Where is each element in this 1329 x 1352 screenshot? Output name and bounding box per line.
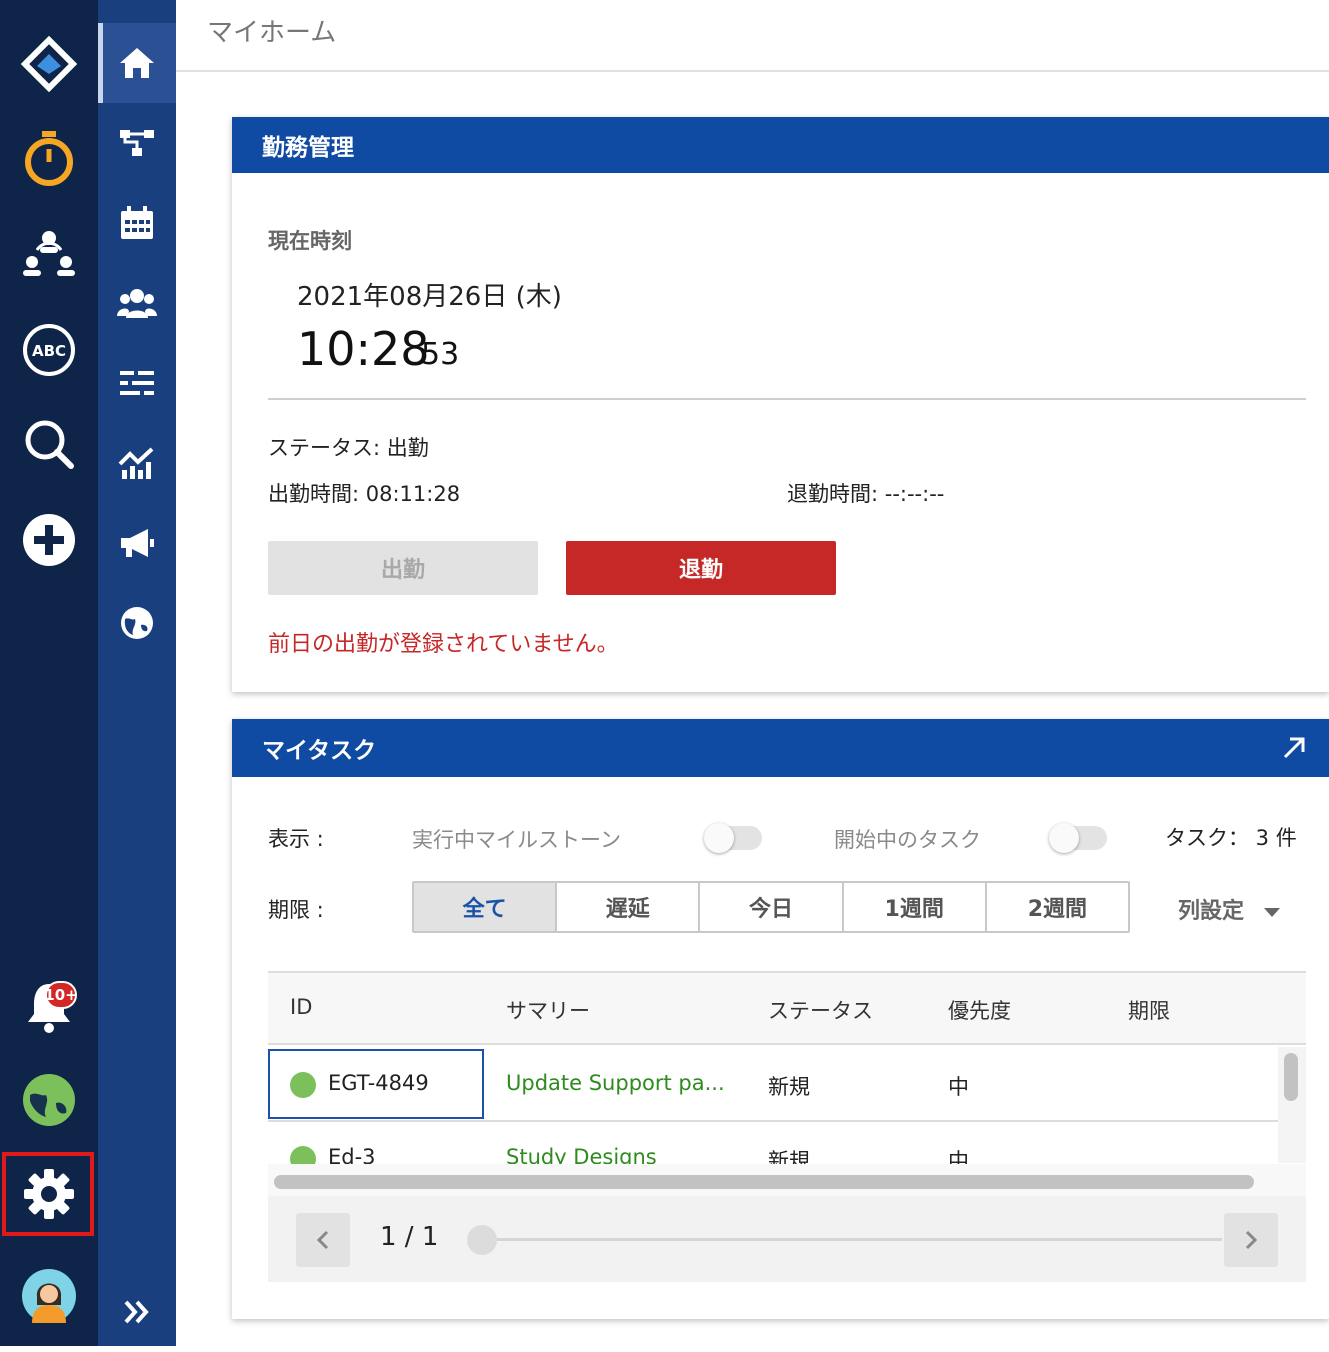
vertical-scroll-thumb[interactable] [1284, 1053, 1298, 1101]
column-summary[interactable]: サマリー [506, 995, 590, 1025]
analytics-icon [118, 447, 154, 479]
column-priority[interactable]: 優先度 [948, 995, 1011, 1025]
globe-icon[interactable] [0, 1060, 98, 1140]
nav-users[interactable] [98, 263, 176, 343]
clock-out-time: 退勤時間: --:--:-- [787, 482, 945, 506]
current-time: 10:28 [297, 322, 430, 376]
nav-gantt[interactable] [98, 343, 176, 423]
page-title: マイホーム [207, 18, 337, 48]
page-slider-thumb[interactable] [467, 1225, 497, 1255]
add-icon[interactable] [0, 500, 98, 580]
chevron-left-icon [316, 1230, 329, 1250]
hierarchy-icon [120, 130, 154, 156]
nav-announcements[interactable] [98, 503, 176, 583]
megaphone-icon [121, 529, 154, 557]
table-row-clip: Ed-3 Study Designs 新規 中 [268, 1124, 1278, 1164]
table-header: ID サマリー ステータス 優先度 期限 [268, 971, 1306, 1045]
column-status[interactable]: ステータス [768, 995, 873, 1025]
chevron-down-icon [1263, 908, 1280, 917]
page-indicator: 1 / 1 [380, 1222, 439, 1252]
task-count: タスク： 3 件 [1165, 826, 1297, 850]
task-id: EGT-4849 [328, 1071, 429, 1095]
current-time-label: 現在時刻 [268, 229, 352, 253]
world-icon [121, 607, 153, 639]
clock-in-time: 出勤時間: 08:11:28 [268, 482, 461, 506]
filter-1week[interactable]: 1週間 [844, 883, 987, 931]
open-external-icon[interactable] [1281, 735, 1307, 761]
task-summary-link[interactable]: Update Support pa... [506, 1071, 725, 1095]
task-priority: 中 [948, 1075, 969, 1099]
attendance-card-title: 勤務管理 [232, 117, 1329, 173]
status-dot [290, 1072, 316, 1098]
left-rail: ABC 10+ [0, 0, 98, 1346]
settings-highlight [2, 1152, 94, 1236]
nav-world[interactable] [98, 583, 176, 663]
next-page-button[interactable] [1224, 1213, 1278, 1267]
milestone-toggle-label: 実行中マイルストーン [412, 828, 621, 852]
users-icon [117, 289, 157, 318]
stopwatch-icon[interactable] [0, 118, 98, 198]
page-slider-track[interactable] [482, 1238, 1222, 1241]
svg-text:ABC: ABC [32, 342, 66, 360]
attendance-card: 勤務管理 [232, 117, 1329, 692]
bell-icon[interactable] [0, 966, 98, 1046]
column-id[interactable]: ID [290, 995, 312, 1019]
current-date: 2021年08月26日 (木) [297, 282, 562, 312]
filter-overdue[interactable]: 遅延 [557, 883, 701, 931]
filter-today[interactable]: 今日 [700, 883, 844, 931]
table-row[interactable]: EGT-4849 Update Support pa... 新規 中 [268, 1047, 1278, 1122]
started-toggle[interactable] [1049, 823, 1107, 853]
started-toggle-label: 開始中のタスク [834, 828, 981, 852]
pagination-bar: 1 / 1 [268, 1196, 1306, 1282]
gantt-icon [120, 371, 154, 395]
task-priority: 中 [948, 1149, 969, 1164]
column-due[interactable]: 期限 [1128, 995, 1170, 1025]
team-icon[interactable] [0, 212, 98, 292]
milestone-toggle[interactable] [704, 823, 762, 853]
chevron-right-icon [1245, 1230, 1258, 1250]
nav-analytics[interactable] [98, 423, 176, 503]
calendar-icon [121, 206, 153, 239]
deadline-label: 期限 : [268, 898, 324, 922]
horizontal-scrollbar[interactable] [268, 1164, 1306, 1196]
top-bar: マイホーム [176, 0, 1329, 72]
attendance-warning: 前日の出勤が登録されていません。 [268, 632, 619, 657]
nav-expand[interactable] [98, 1272, 176, 1352]
attendance-status: ステータス: 出勤 [268, 436, 429, 460]
task-summary-link[interactable]: Study Designs [506, 1145, 657, 1164]
divider [268, 398, 1306, 400]
current-seconds: 53 [421, 337, 460, 372]
task-id: Ed-3 [328, 1145, 376, 1164]
tasks-card-title: マイタスク [262, 738, 377, 764]
horizontal-scroll-thumb[interactable] [274, 1175, 1254, 1189]
abc-icon[interactable]: ABC [0, 310, 98, 390]
expand-icon [124, 1300, 149, 1324]
vertical-scrollbar[interactable] [1278, 1047, 1306, 1163]
column-settings-button[interactable]: 列設定 [1178, 893, 1280, 925]
secondary-nav [98, 0, 176, 1346]
filter-all[interactable]: 全て [414, 883, 558, 931]
app-logo-icon[interactable] [0, 24, 98, 104]
nav-hierarchy[interactable] [98, 103, 176, 183]
nav-calendar[interactable] [98, 183, 176, 263]
filter-2weeks[interactable]: 2週間 [987, 883, 1128, 931]
deadline-filter: 全て 遅延 今日 1週間 2週間 [412, 881, 1130, 933]
display-label: 表示 : [268, 827, 324, 851]
avatar[interactable] [0, 1256, 98, 1336]
search-icon[interactable] [0, 404, 98, 484]
home-icon [120, 48, 154, 78]
notification-badge: 10+ [44, 981, 78, 1009]
prev-page-button[interactable] [296, 1213, 350, 1267]
column-settings-label: 列設定 [1178, 899, 1245, 924]
task-status: 新規 [768, 1075, 810, 1099]
task-status: 新規 [768, 1149, 810, 1164]
nav-home[interactable] [98, 23, 176, 103]
clock-out-button[interactable]: 退勤 [566, 541, 836, 595]
status-dot [290, 1146, 316, 1164]
clock-in-button[interactable]: 出勤 [268, 541, 538, 595]
